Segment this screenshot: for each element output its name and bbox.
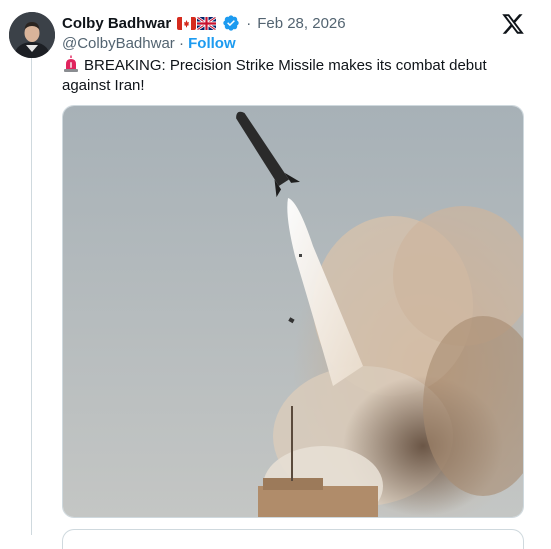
verified-badge-icon (222, 14, 240, 32)
avatar[interactable] (9, 12, 55, 58)
flag-emojis (177, 16, 217, 30)
tweet-text: BREAKING: Precision Strike Missile makes… (62, 55, 532, 96)
thread-connector-line (31, 58, 32, 535)
follow-button[interactable]: Follow (188, 35, 236, 52)
author-name[interactable]: Colby Badhwar (62, 15, 171, 32)
canada-flag-icon (177, 16, 197, 30)
tweet-date[interactable]: Feb 28, 2026 (257, 15, 345, 32)
x-logo-icon[interactable] (501, 12, 525, 36)
handle-row: @ColbyBadhwar · Follow (62, 35, 236, 52)
author-handle[interactable]: @ColbyBadhwar (62, 35, 175, 52)
separator-dot: · (246, 14, 252, 32)
tweet-media-photo[interactable] (62, 105, 524, 518)
tweet-text-content: BREAKING: Precision Strike Missile makes… (62, 57, 487, 94)
tweet-header: Colby Badhwar · Feb 28, 2026 (62, 12, 551, 34)
uk-flag-icon (197, 16, 217, 30)
separator-dot: · (178, 35, 184, 52)
siren-emoji-icon (62, 55, 80, 73)
next-card-edge (62, 529, 524, 549)
